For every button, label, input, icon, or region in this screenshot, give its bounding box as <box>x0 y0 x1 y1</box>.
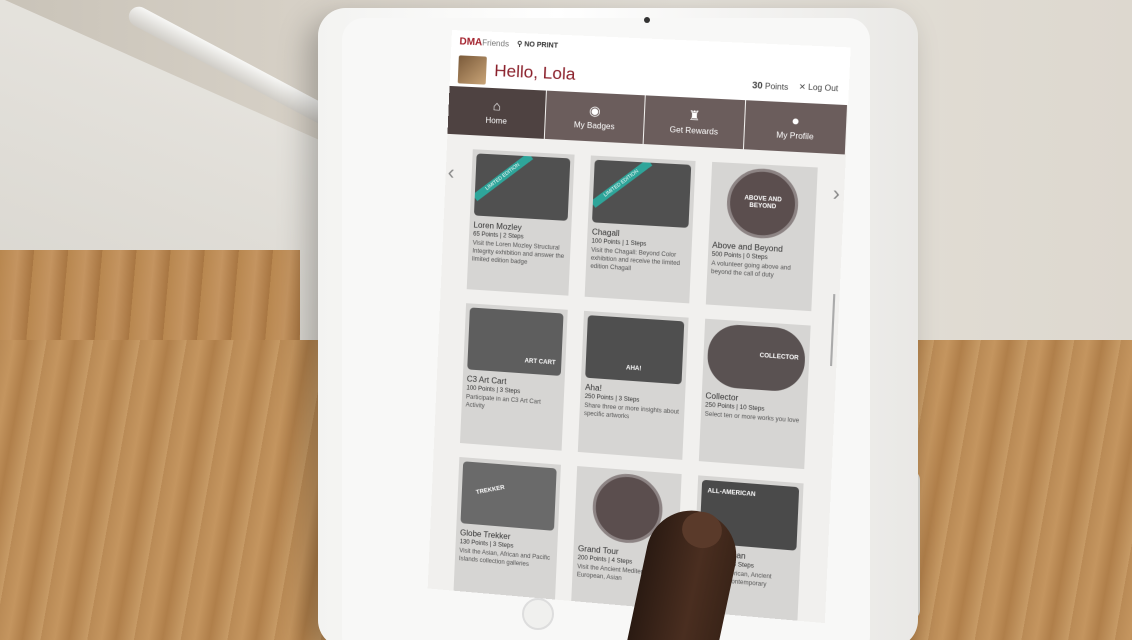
pin-icon: ⚲ <box>516 40 523 49</box>
badge-art: ABOVE AND BEYOND <box>725 166 801 241</box>
photo-scene: DMAFriends ⚲ NO PRINT Hello, Lola 30 Poi… <box>0 0 1132 640</box>
location-indicator[interactable]: ⚲ NO PRINT <box>517 40 558 50</box>
badge-art: LIMITED EDITION <box>592 159 691 228</box>
camera-icon <box>644 17 650 23</box>
next-arrow-icon[interactable]: › <box>832 183 840 207</box>
badge-desc: A volunteer going above and beyond the c… <box>710 260 791 279</box>
close-icon: ✕ <box>798 82 807 92</box>
badge-grid: LIMITED EDITION Loren Mozley 65 Points |… <box>428 134 846 624</box>
trophy-icon: ♜ <box>688 107 701 124</box>
avatar <box>457 55 487 85</box>
tablet-screen: DMAFriends ⚲ NO PRINT Hello, Lola 30 Poi… <box>427 30 851 624</box>
dma-logo: DMAFriends <box>459 35 510 49</box>
badge-desc: Participate in an C3 Art Cart Activity <box>465 394 541 410</box>
greeting: Hello, Lola <box>493 60 576 84</box>
badge-desc: Visit the Loren Mozley Structural Integr… <box>471 240 565 266</box>
prev-arrow-icon[interactable]: ‹ <box>447 162 455 185</box>
badge-card[interactable]: ABOVE AND BEYOND Above and Beyond 500 Po… <box>705 161 818 312</box>
home-button[interactable] <box>522 598 554 630</box>
badge-card[interactable]: ART CART C3 Art Cart 100 Points | 3 Step… <box>459 303 569 451</box>
badge-card[interactable]: LIMITED EDITION Chagall 100 Points | 1 S… <box>584 155 696 304</box>
badge-art: COLLECTOR <box>705 323 807 393</box>
badge-card[interactable]: TREKKER Globe Trekker 130 Points | 3 Ste… <box>453 456 562 606</box>
badge-art: ART CART <box>467 307 564 376</box>
badge-desc: Visit the Chagall: Beyond Color exhibiti… <box>590 247 681 272</box>
limited-edition-ribbon: LIMITED EDITION <box>473 153 534 202</box>
tab-home[interactable]: ⌂ Home <box>447 85 547 139</box>
badge-art: TREKKER <box>460 461 558 531</box>
limited-edition-ribbon: LIMITED EDITION <box>592 159 653 208</box>
logout-button[interactable]: ✕ Log Out <box>799 82 839 94</box>
badge-card[interactable]: AHA! Aha! 250 Points | 3 Steps Share thr… <box>578 310 689 460</box>
points-display: 30 Points <box>751 80 789 92</box>
badge-card[interactable]: COLLECTOR Collector 250 Points | 10 Step… <box>698 318 811 470</box>
badge-art: LIMITED EDITION <box>473 153 571 221</box>
tab-my-profile[interactable]: ● My Profile <box>743 100 849 155</box>
user-icon: ● <box>791 112 801 129</box>
badge-icon: ◉ <box>588 102 601 119</box>
home-icon: ⌂ <box>492 98 502 114</box>
tab-get-rewards[interactable]: ♜ Get Rewards <box>643 95 747 150</box>
badge-art: AHA! <box>585 315 684 385</box>
badge-desc: Share three or more insights about speci… <box>583 402 680 421</box>
badge-card[interactable]: LIMITED EDITION Loren Mozley 65 Points |… <box>466 149 575 296</box>
tab-my-badges[interactable]: ◉ My Badges <box>544 90 646 145</box>
